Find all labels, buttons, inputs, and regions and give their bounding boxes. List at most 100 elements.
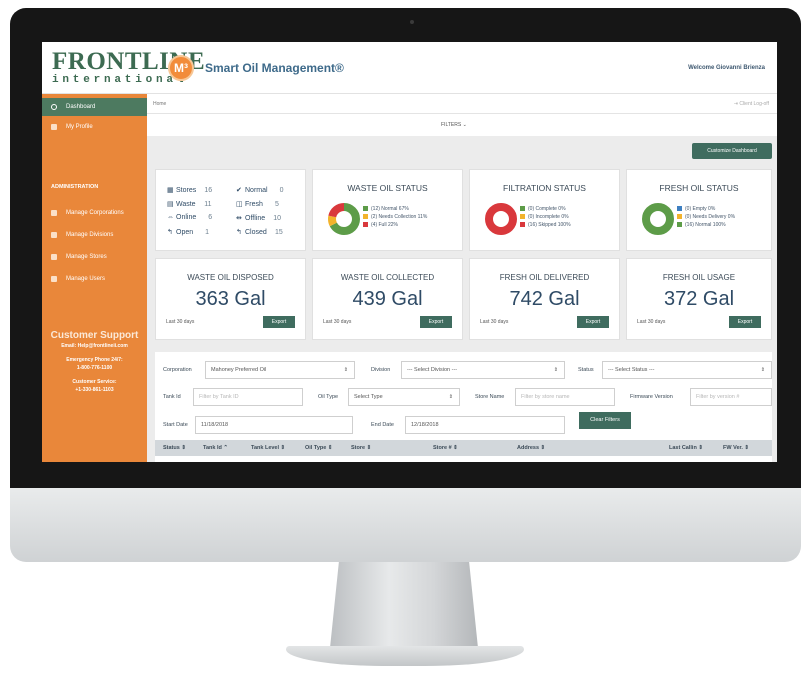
- support-title: Customer Support: [50, 330, 139, 341]
- column-oil-type[interactable]: Oil Type ⇕: [305, 445, 332, 451]
- metric-value: 439 Gal: [352, 288, 423, 310]
- logoff-link[interactable]: ⇥ Client Log-off: [734, 101, 769, 107]
- monitor-stand: [330, 562, 478, 648]
- legend-item: (0) Incomplete 0%: [520, 213, 571, 221]
- sidebar-item-label: Manage Users: [66, 276, 106, 282]
- donut-slice: [485, 203, 517, 235]
- sidebar-item-manage-divisions[interactable]: Manage Divisions: [42, 226, 147, 244]
- start-date-input[interactable]: 11/18/2018: [195, 416, 353, 434]
- column-address[interactable]: Address ⇕: [517, 445, 545, 451]
- corporation-select[interactable]: Mahoney Preferred Oil ⇕: [205, 361, 355, 379]
- fresh-oil-delivered-card: FRESH OIL DELIVERED 742 Gal Last 30 days…: [469, 258, 620, 340]
- breadcrumb-home[interactable]: Home: [153, 101, 166, 107]
- division-label: Division: [371, 367, 391, 373]
- end-date-input[interactable]: 12/18/2018: [405, 416, 565, 434]
- stat-open: ↰ Open 1: [167, 229, 210, 236]
- column-tank-level[interactable]: Tank Level ⇕: [251, 445, 285, 451]
- offline-icon: ⇹: [236, 215, 242, 222]
- metric-title: WASTE OIL COLLECTED: [340, 273, 435, 282]
- user-icon: [51, 124, 57, 130]
- sidebar-item-label: Manage Corporations: [66, 210, 124, 216]
- status-select[interactable]: --- Select Status --- ⇕: [602, 361, 772, 379]
- column-tank-id[interactable]: Tank Id ⌃: [203, 445, 228, 451]
- legend-swatch: [677, 214, 682, 219]
- legend-item: (0) Complete 0%: [520, 205, 571, 213]
- column-store[interactable]: Store ⇕: [351, 445, 371, 451]
- filters-toggle[interactable]: FILTERS ⌄: [441, 122, 467, 128]
- corporation-label: Corporation: [163, 367, 192, 373]
- select-caret-icon: ⇕: [553, 367, 558, 373]
- metric-value: 372 Gal: [663, 288, 735, 310]
- metric-period: Last 30 days: [166, 319, 195, 325]
- customize-dashboard-button[interactable]: Customize Dashboard: [692, 143, 772, 159]
- donut-svg: [642, 203, 674, 235]
- sidebar-item-manage-stores[interactable]: Manage Stores: [42, 248, 147, 266]
- fresh-status-legend: (0) Empty 0% (0) Needs Delivery 0% (16) …: [677, 205, 735, 229]
- firmware-input[interactable]: Filter by version #: [690, 388, 772, 406]
- admin-heading: ADMINISTRATION: [51, 184, 99, 190]
- export-button[interactable]: Export: [577, 316, 609, 328]
- support-email[interactable]: Email: Help@frontlineii.com: [42, 343, 147, 349]
- store-name-label: Store Name: [475, 394, 505, 400]
- export-button[interactable]: Export: [263, 316, 295, 328]
- filtration-status-legend: (0) Complete 0% (0) Incomplete 0% (16) S…: [520, 205, 571, 229]
- legend-item: (0) Empty 0%: [677, 205, 735, 213]
- division-select[interactable]: --- Select Division --- ⇕: [401, 361, 565, 379]
- metric-period: Last 30 days: [480, 319, 509, 325]
- select-caret-icon: ⇕: [760, 367, 765, 373]
- emergency-label: Emergency Phone 24/7:: [66, 357, 123, 363]
- stat-waste: ▤ Waste 11: [167, 201, 212, 208]
- fresh-oil-usage-card: FRESH OIL USAGE 372 Gal Last 30 days Exp…: [626, 258, 772, 340]
- sidebar-item-label: Manage Stores: [66, 254, 107, 260]
- filtration-status-card: FILTRATION STATUS (0) Complete 0% (0) In…: [469, 169, 620, 251]
- clear-filters-button[interactable]: Clear Filters: [579, 412, 631, 429]
- dashboard-icon: [51, 104, 57, 110]
- sidebar-item-my-profile[interactable]: My Profile: [42, 118, 147, 136]
- app-screen: FRONTLINE international M³ Smart Oil Man…: [42, 42, 777, 462]
- monitor-stand-base: [286, 646, 524, 666]
- sidebar-item-manage-corporations[interactable]: Manage Corporations: [42, 204, 147, 222]
- filtration-status-donut: [484, 202, 518, 236]
- welcome-user[interactable]: Welcome Giovanni Brienza: [688, 65, 765, 71]
- stat-closed: ↰ Closed 15: [236, 229, 283, 236]
- store-icon: ▦: [167, 187, 174, 194]
- chart-icon: [51, 254, 57, 260]
- legend-item: (12) Normal 67%: [363, 205, 427, 213]
- breadcrumb: Home ⇥ Client Log-off: [147, 94, 777, 114]
- select-caret-icon: ⇕: [448, 394, 453, 400]
- tank-id-input[interactable]: Filter by Tank ID: [193, 388, 303, 406]
- column-fw-version[interactable]: FW Ver. ⇕: [723, 445, 749, 451]
- stat-normal: ✔ Normal 0: [236, 187, 284, 194]
- camera-icon: [410, 20, 414, 24]
- waste-oil-status-card: WASTE OIL STATUS (12) Normal 67% (2) Nee…: [312, 169, 463, 251]
- fresh-icon: ◫: [236, 201, 243, 208]
- export-button[interactable]: Export: [420, 316, 452, 328]
- folder-icon: [51, 232, 57, 238]
- column-store-number[interactable]: Store # ⇕: [433, 445, 458, 451]
- legend-swatch: [363, 206, 368, 211]
- donut-svg: [328, 203, 360, 235]
- donut-slice: [642, 203, 674, 235]
- legend-item: (4) Full 22%: [363, 221, 427, 229]
- metric-title: FRESH OIL DELIVERED: [499, 273, 590, 282]
- metric-title: FRESH OIL USAGE: [662, 273, 736, 282]
- legend-swatch: [520, 206, 525, 211]
- export-button[interactable]: Export: [729, 316, 761, 328]
- service-phone[interactable]: +1-330-861-1103: [42, 387, 147, 393]
- table-header: Status ⇕ Tank Id ⌃ Tank Level ⇕ Oil Type…: [155, 440, 772, 456]
- stat-online: ⇔ Online 6: [167, 214, 213, 221]
- tank-id-label: Tank Id: [163, 394, 181, 400]
- oil-type-select[interactable]: Select Type ⇕: [348, 388, 460, 406]
- emergency-phone[interactable]: 1-800-776-1100: [42, 365, 147, 371]
- column-last-callin[interactable]: Last Callin ⇕: [669, 445, 703, 451]
- sidebar-item-manage-users[interactable]: Manage Users: [42, 270, 147, 288]
- sidebar-item-label: My Profile: [66, 124, 93, 130]
- sidebar-item-label: Dashboard: [66, 104, 96, 110]
- waste-oil-disposed-card: WASTE OIL DISPOSED 363 Gal Last 30 days …: [155, 258, 306, 340]
- column-status[interactable]: Status ⇕: [163, 445, 186, 451]
- fresh-status-donut: [641, 202, 675, 236]
- sidebar-item-dashboard[interactable]: Dashboard: [42, 98, 147, 116]
- legend-item: (16) Skipped 100%: [520, 221, 571, 229]
- m3-logo-icon: M³: [168, 55, 194, 81]
- store-name-input[interactable]: Filter by store name: [515, 388, 615, 406]
